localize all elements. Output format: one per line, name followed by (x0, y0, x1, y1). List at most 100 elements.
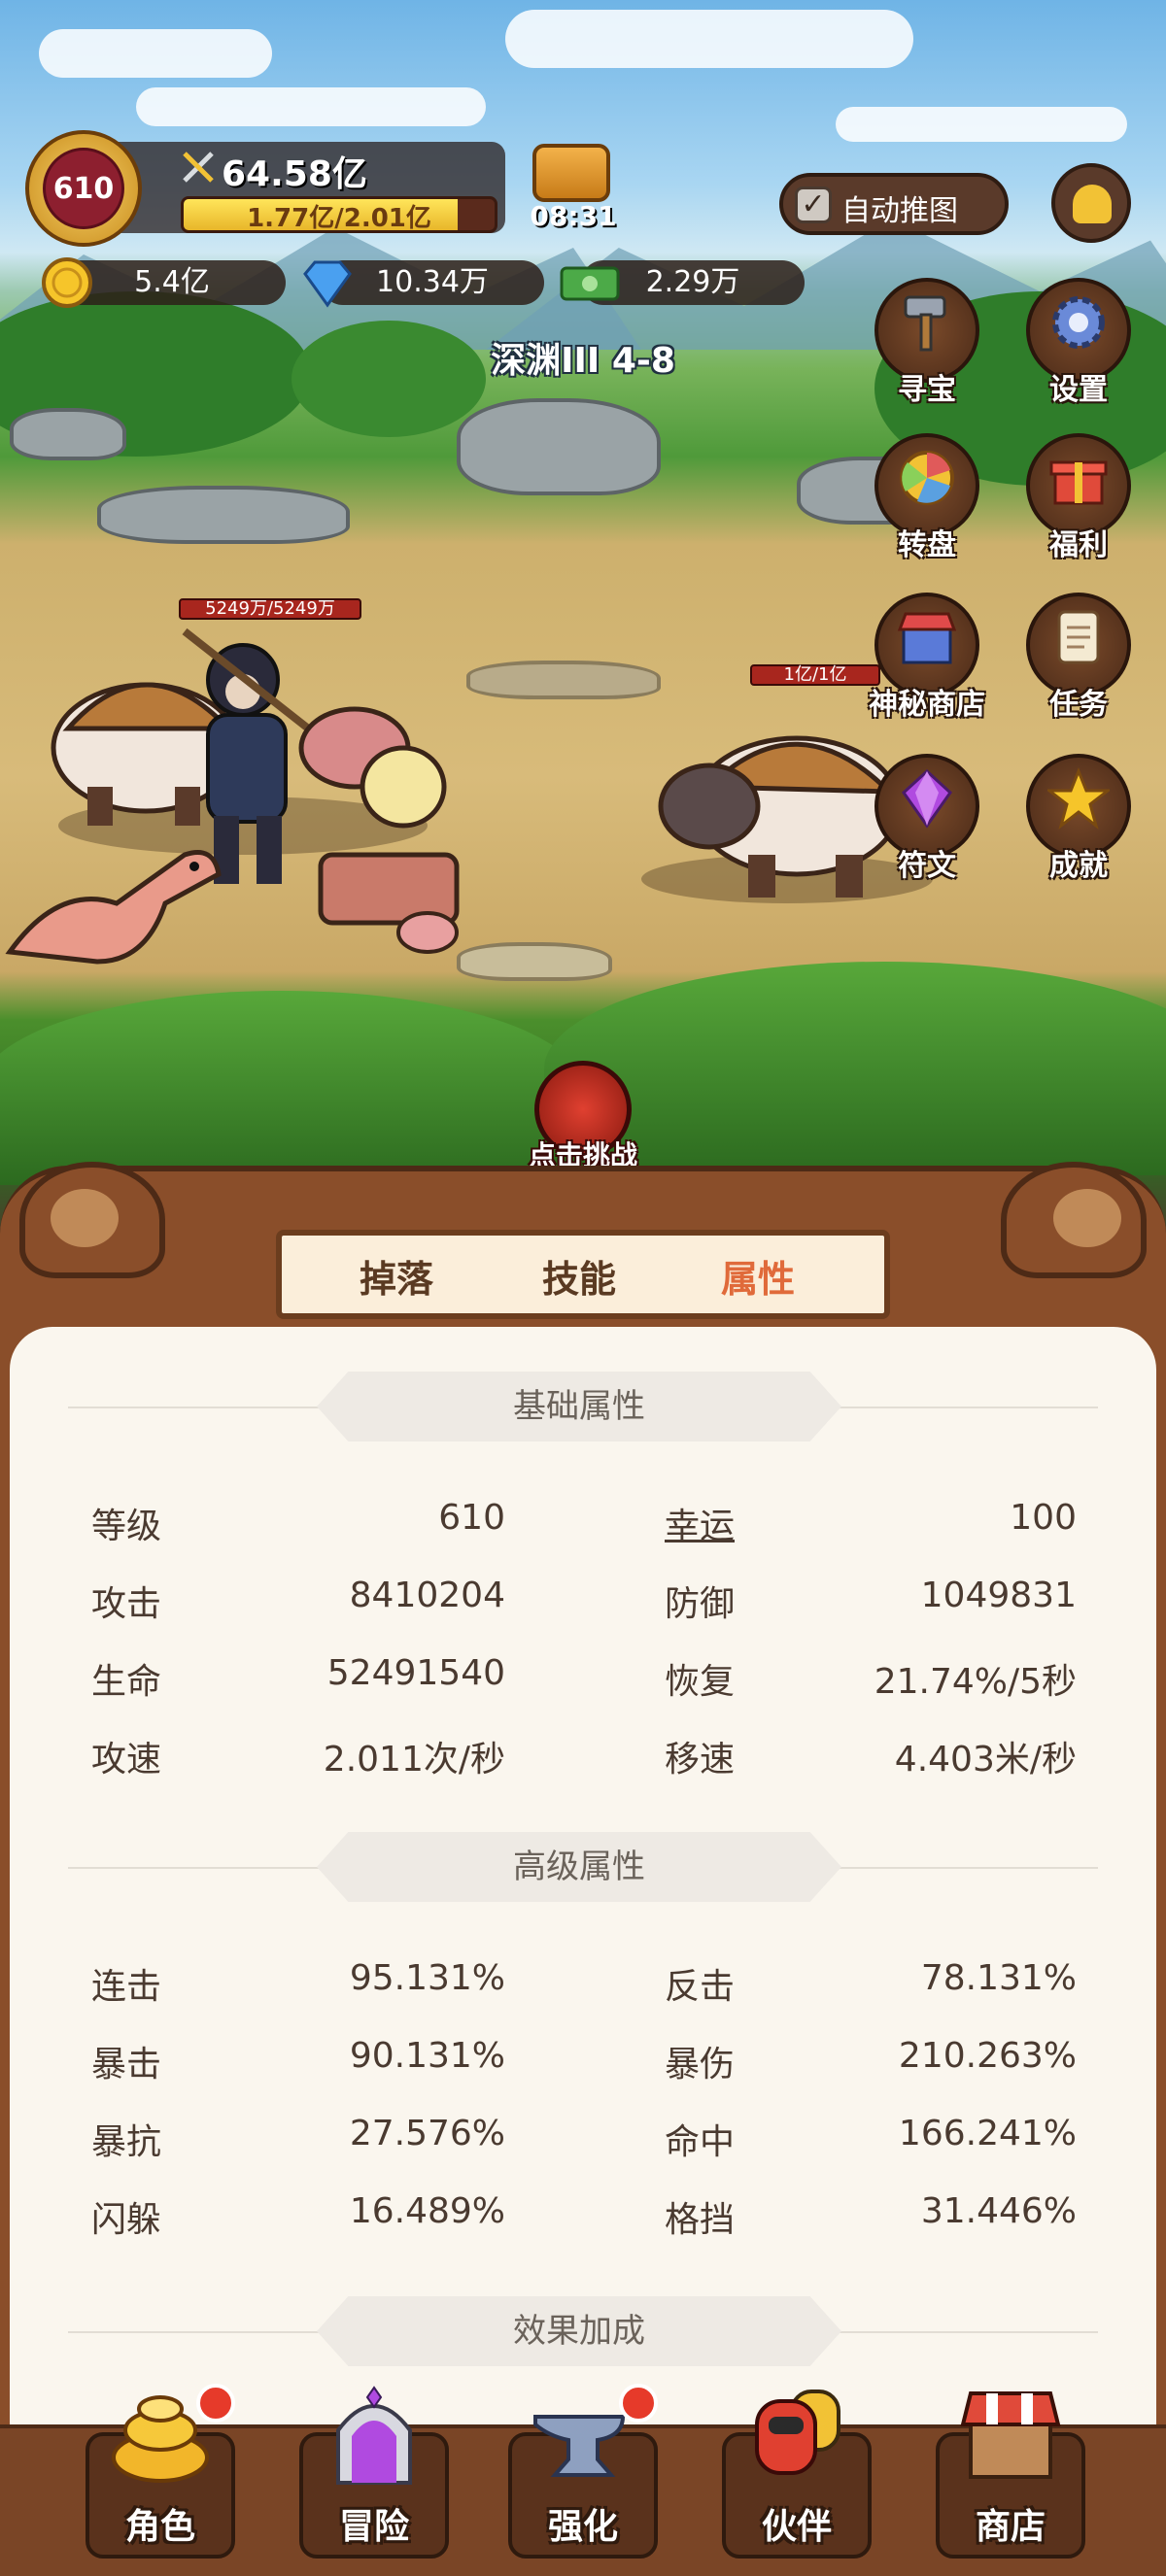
stat-label: 命中 (665, 2122, 736, 2162)
notification-dot (619, 2384, 658, 2423)
notification-dot (196, 2384, 235, 2423)
wheel-icon (900, 451, 954, 505)
cash-icon (560, 266, 620, 301)
divider (836, 1407, 1098, 1408)
menu-settings[interactable]: 设置 (1020, 272, 1137, 408)
cloud (39, 29, 272, 78)
stat-value: 78.131% (920, 1958, 1077, 1998)
stat-value: 31.446% (920, 2191, 1077, 2231)
section-title-basic: 基础属性 (317, 1372, 841, 1441)
gold-coin-icon (42, 257, 92, 308)
stat-label: 闪躲 (91, 2200, 162, 2240)
menu-welfare[interactable]: 福利 (1020, 427, 1137, 563)
panel-tabs: 掉落 技能 属性 (276, 1230, 890, 1319)
nav-character[interactable]: 角色 (78, 2382, 243, 2566)
collapse-button[interactable] (1051, 163, 1131, 243)
menu-label: 福利 (1049, 528, 1108, 562)
stat-value: 90.131% (349, 2036, 505, 2076)
menu-label: 神秘商店 (869, 688, 985, 722)
timer-text: 08:31 (530, 200, 617, 232)
menu-tasks[interactable]: 任务 (1020, 587, 1137, 723)
auto-push-label: 自动推图 (841, 194, 958, 228)
stat-label: 暴抗 (91, 2122, 162, 2162)
stat-value: 1049831 (920, 1576, 1077, 1615)
rock (97, 486, 350, 544)
stat-value: 610 (438, 1498, 505, 1538)
tab-skills[interactable]: 技能 (542, 1249, 616, 1303)
stat-value: 100 (1010, 1498, 1077, 1538)
level-badge[interactable]: 610 (25, 130, 142, 247)
crossed-swords-icon (183, 152, 214, 183)
nav-companions[interactable]: 伙伴 (714, 2382, 879, 2566)
nav-label: 冒险 (338, 2507, 409, 2547)
stat-value: 16.489% (349, 2191, 505, 2231)
auto-push-toggle[interactable]: ✓ 自动推图 (779, 173, 1009, 235)
mushroom-pet (298, 706, 447, 829)
section-title-advanced: 高级属性 (317, 1832, 841, 1902)
tab-drops[interactable]: 掉落 (360, 1249, 433, 1303)
menu-wheel[interactable]: 转盘 (869, 427, 985, 563)
stat-label-luck[interactable]: 幸运 (665, 1498, 735, 1548)
diamond-icon (303, 260, 352, 308)
shop-icon (897, 612, 957, 664)
menu-label: 转盘 (898, 528, 956, 562)
chevron-up-icon (1073, 185, 1112, 223)
stat-value: 166.241% (898, 2114, 1077, 2153)
power-value: 64.58亿 (222, 154, 367, 194)
grass (0, 991, 583, 1185)
panel-ear-right (1001, 1162, 1147, 1278)
menu-label: 成就 (1049, 849, 1108, 883)
divider (68, 1407, 330, 1408)
panel-ear-left (19, 1162, 165, 1278)
stat-label: 反击 (665, 1967, 736, 2007)
divider (836, 1867, 1098, 1869)
rock (466, 661, 661, 699)
stat-label: 生命 (91, 1662, 162, 1702)
menu-label: 设置 (1049, 373, 1108, 407)
store-icon (960, 2391, 1061, 2479)
nav-enhance[interactable]: 强化 (500, 2382, 666, 2566)
gift-icon (1049, 460, 1108, 505)
menu-mystery-shop[interactable]: 神秘商店 (869, 587, 985, 723)
stat-label: 连击 (91, 1967, 162, 2007)
divider (68, 1867, 330, 1869)
nav-label: 角色 (124, 2507, 195, 2547)
rock (457, 398, 661, 495)
tab-attributes[interactable]: 属性 (721, 1249, 795, 1303)
stat-label: 暴伤 (665, 2045, 736, 2085)
stat-value: 27.576% (349, 2114, 505, 2153)
stat-value: 210.263% (898, 2036, 1077, 2076)
auto-push-checkbox[interactable]: ✓ (795, 186, 832, 223)
stat-label: 暴击 (91, 2045, 162, 2085)
menu-label: 符文 (898, 849, 956, 883)
stat-value: 8410204 (349, 1576, 505, 1615)
menu-runes[interactable]: 符文 (869, 748, 985, 884)
stat-label: 移速 (665, 1740, 736, 1779)
ear-inner (51, 1189, 119, 1247)
stat-label: 恢复 (665, 1662, 736, 1702)
nav-label: 强化 (547, 2507, 618, 2547)
menu-label: 任务 (1049, 688, 1108, 722)
portal-icon (336, 2386, 412, 2485)
nav-label: 商店 (975, 2507, 1046, 2547)
scroll-icon (1057, 610, 1100, 664)
raptor-pet (5, 850, 222, 965)
cloud (136, 87, 486, 126)
section-title-effects: 效果加成 (317, 2296, 841, 2366)
nav-label: 伙伴 (761, 2507, 832, 2547)
stat-value: 21.74%/5秒 (874, 1662, 1077, 1702)
level-number: 610 (43, 148, 124, 229)
stat-value: 2.011次/秒 (323, 1740, 505, 1779)
stat-label: 防御 (665, 1584, 736, 1624)
nav-store[interactable]: 商店 (928, 2382, 1093, 2566)
treasure-chest-timer-icon[interactable] (532, 144, 610, 202)
stat-label: 攻速 (91, 1740, 162, 1779)
menu-label: 寻宝 (898, 373, 956, 407)
menu-treasure-hunt[interactable]: 寻宝 (869, 272, 985, 408)
menu-achievements[interactable]: 成就 (1020, 748, 1137, 884)
nav-adventure[interactable]: 冒险 (292, 2382, 457, 2566)
diamond-amount: 10.34万 (321, 260, 544, 305)
book-pet (318, 852, 460, 954)
stat-label: 格挡 (665, 2200, 736, 2240)
hero-hp-bar: 5249万/5249万 (179, 598, 361, 620)
